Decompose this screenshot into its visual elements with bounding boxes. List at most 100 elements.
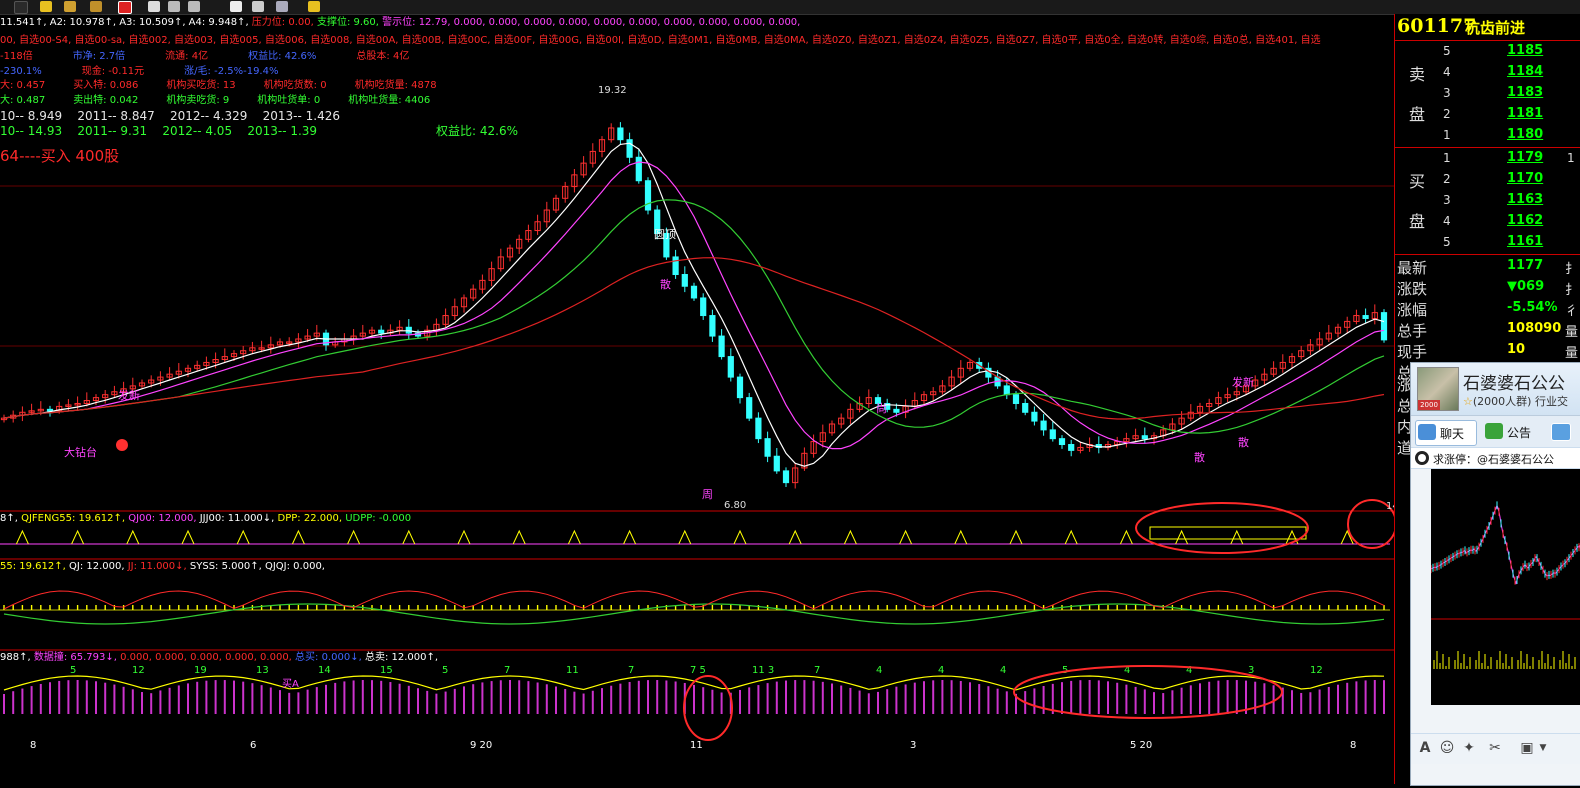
book-row[interactable]: 3 1163 [1395,190,1580,211]
kline-chart[interactable]: 11.541↑, A2: 10.978↑, A3: 10.509↑, A4: 9… [0,14,1399,784]
candle-body[interactable] [46,408,54,412]
toolbar-button-1[interactable] [14,1,28,14]
input-toolbar: A ☺ ✦ ✂ ▣ ▼ [1411,733,1580,764]
shared-chart-image[interactable] [1431,469,1580,705]
qq-group-popup[interactable]: 2000 石婆婆石公公 ☆(2000人群) 行业交 聊天 公告 求涨停：@石婆婆… [1410,362,1580,786]
candle-body[interactable] [1003,385,1010,396]
candle-body[interactable] [626,139,633,158]
book-row[interactable]: 5 1185 [1395,41,1580,62]
indicator-1-title: 8↑, QJFENG55: 19.612↑, QJ00: 12.000, JJJ… [0,513,411,524]
indicator-2-title: 55: 19.612↑, QJ: 12.000, JJ: 11.000↓, SY… [0,561,325,572]
grid-icon[interactable] [148,1,160,12]
indicator-peak [347,529,361,545]
candle-body[interactable] [1380,312,1388,341]
candle-body[interactable] [1022,402,1029,413]
candle-body[interactable] [736,376,744,399]
candle-body[interactable] [755,417,762,440]
message-bar[interactable]: 求涨停：@石婆婆石公公 [1411,447,1580,469]
signal-number: 3 [910,740,916,751]
tab-photos[interactable] [1549,420,1577,444]
eps-line-1: 10-- 8.949 2011-- 8.847 2012-- 4.329 201… [0,109,340,123]
candle-body[interactable] [727,356,734,378]
candle-body[interactable] [1012,394,1020,404]
candle-body[interactable] [700,297,707,317]
chart-icon[interactable] [118,1,132,14]
toolbar-button-3[interactable] [64,1,76,12]
edit-icon[interactable] [168,1,180,12]
signal-label: 发新 [118,388,140,402]
candle-body[interactable] [1068,444,1075,451]
signal-number: 11 [690,740,703,751]
diamond-icon[interactable] [308,1,320,12]
settings-icon[interactable] [252,1,264,12]
info-line-1: 11.541↑, A2: 10.978↑, A3: 10.509↑, A4: 9… [0,15,800,28]
ma-line [3,257,1385,420]
candle-body[interactable] [782,470,790,484]
stock-title[interactable]: 601177 杭齿前进 [1395,14,1580,41]
candle-body[interactable] [378,329,385,334]
candle-body[interactable] [709,315,716,337]
signal-number: 12 [1310,665,1323,676]
stat-value: 108090 [1507,321,1562,336]
candle-body[interactable] [1040,420,1047,431]
candle-body[interactable] [1049,429,1056,440]
info-segment: 总股本: 4亿 [356,49,409,62]
candle-body[interactable] [718,335,725,358]
screenshot-icon[interactable]: ✂ [1487,740,1503,756]
emoji-icon[interactable]: ☺ [1439,740,1455,756]
book-row[interactable]: 4 1162 [1395,211,1580,232]
tab-chat[interactable]: 聊天 [1415,420,1477,446]
book-row[interactable]: 2 1170 [1395,169,1580,190]
indicator-1-graph [0,526,1390,545]
chevron-down-icon[interactable]: ▼ [1535,740,1551,756]
page-icon[interactable] [230,1,242,12]
book-row[interactable]: 3 1183 [1395,83,1580,104]
candle-body[interactable] [672,256,679,276]
copy-icon[interactable] [188,1,200,12]
book-row[interactable]: 2 1181 [1395,104,1580,125]
signal-number: 7 [504,665,510,676]
candle-body[interactable] [773,455,780,472]
candle-body[interactable] [635,156,642,182]
candle-body[interactable] [893,408,900,413]
warning-icon[interactable] [40,1,52,12]
window-icon[interactable] [276,1,288,12]
signal-number: 5 [442,665,448,676]
candle-body[interactable] [746,397,753,419]
book-row[interactable]: 4 1184 [1395,62,1580,83]
indicator-peak [567,529,581,545]
font-icon[interactable]: A [1417,740,1433,756]
ma-line [3,199,1385,434]
candle-body[interactable] [1058,438,1066,446]
candle-body[interactable] [617,127,624,141]
signal-number: 14 [318,665,331,676]
indicator-peak [15,529,29,545]
signal-number: 5 [70,665,76,676]
book-level: 2 [1443,172,1451,186]
signal-number: 5 20 [1130,740,1152,751]
info-segment: 流通: 4亿 [165,49,208,62]
book-row[interactable]: 1 1180 [1395,125,1580,146]
candle-body[interactable] [681,274,688,287]
indicator-peak [1175,529,1189,545]
highlight-circle [1013,665,1283,719]
buy-a-label: 买A [282,678,299,690]
candle-body[interactable] [1362,315,1369,319]
group-name[interactable]: 石婆婆石公公 [1463,369,1565,394]
candle-body[interactable] [764,438,771,457]
book-row[interactable]: 5 1161 [1395,232,1580,253]
stat-extra: 扌 [1565,262,1579,277]
info-segment: 机构吐货量: 4406 [348,93,430,106]
bell-icon[interactable] [90,1,102,12]
candle-body[interactable] [690,285,698,299]
tab-notice[interactable]: 公告 [1483,420,1541,444]
group-avatar[interactable]: 2000 [1417,367,1459,411]
candle-body[interactable] [644,180,652,211]
image-send-icon[interactable]: ▣ [1519,740,1535,756]
shake-icon[interactable]: ✦ [1461,740,1477,756]
candle-body[interactable] [1031,411,1038,422]
book-row[interactable]: 1 1179 1 [1395,148,1580,169]
candle-body[interactable] [1141,435,1148,440]
chart-area[interactable]: 11.541↑, A2: 10.978↑, A3: 10.509↑, A4: 9… [0,14,1399,784]
signal-number: 13 [256,665,269,676]
